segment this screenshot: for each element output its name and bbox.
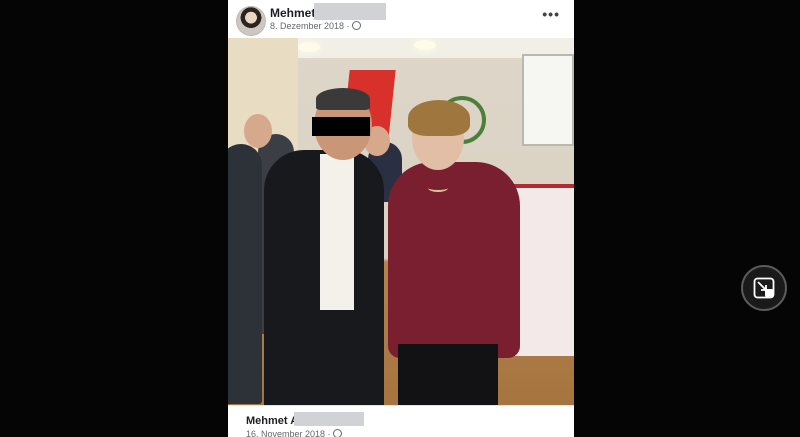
author-avatar[interactable]: [236, 6, 266, 36]
ceiling-lamp: [298, 42, 320, 52]
necklace: [428, 184, 448, 192]
woman-hair: [408, 100, 470, 136]
post-header: Mehmet 8. Dezember 2018 · •••: [228, 0, 574, 38]
post-meta: 8. Dezember 2018 ·: [270, 21, 361, 31]
background-person: [228, 144, 262, 404]
post-photo[interactable]: [228, 38, 574, 405]
post-card: Mehmet 8. Dezember 2018 · ••• Mehmet A 1…: [228, 0, 574, 437]
background-person-head: [244, 114, 272, 148]
post-date[interactable]: 16. November 2018 ·: [246, 429, 331, 437]
globe-icon: [351, 21, 361, 30]
author-name[interactable]: Mehmet A: [246, 415, 298, 427]
name-redaction: [314, 3, 386, 20]
exit-fullscreen-icon: [753, 277, 775, 299]
censor-bar: [312, 117, 370, 136]
ceiling-lamp: [414, 40, 436, 50]
woman-pants: [398, 344, 498, 405]
exit-fullscreen-button[interactable]: [741, 265, 787, 311]
second-post-header: Mehmet A 16. November 2018 ·: [228, 405, 574, 437]
post-date[interactable]: 8. Dezember 2018 ·: [270, 21, 350, 31]
man-hair: [316, 88, 370, 110]
author-name[interactable]: Mehmet: [270, 6, 315, 20]
globe-icon: [332, 429, 342, 437]
man-shirt: [320, 154, 354, 310]
more-options-icon[interactable]: •••: [542, 6, 560, 22]
name-redaction: [294, 412, 364, 426]
woman-jacket: [388, 162, 520, 358]
post-meta: 16. November 2018 ·: [246, 429, 342, 437]
projection-screen: [522, 54, 574, 146]
